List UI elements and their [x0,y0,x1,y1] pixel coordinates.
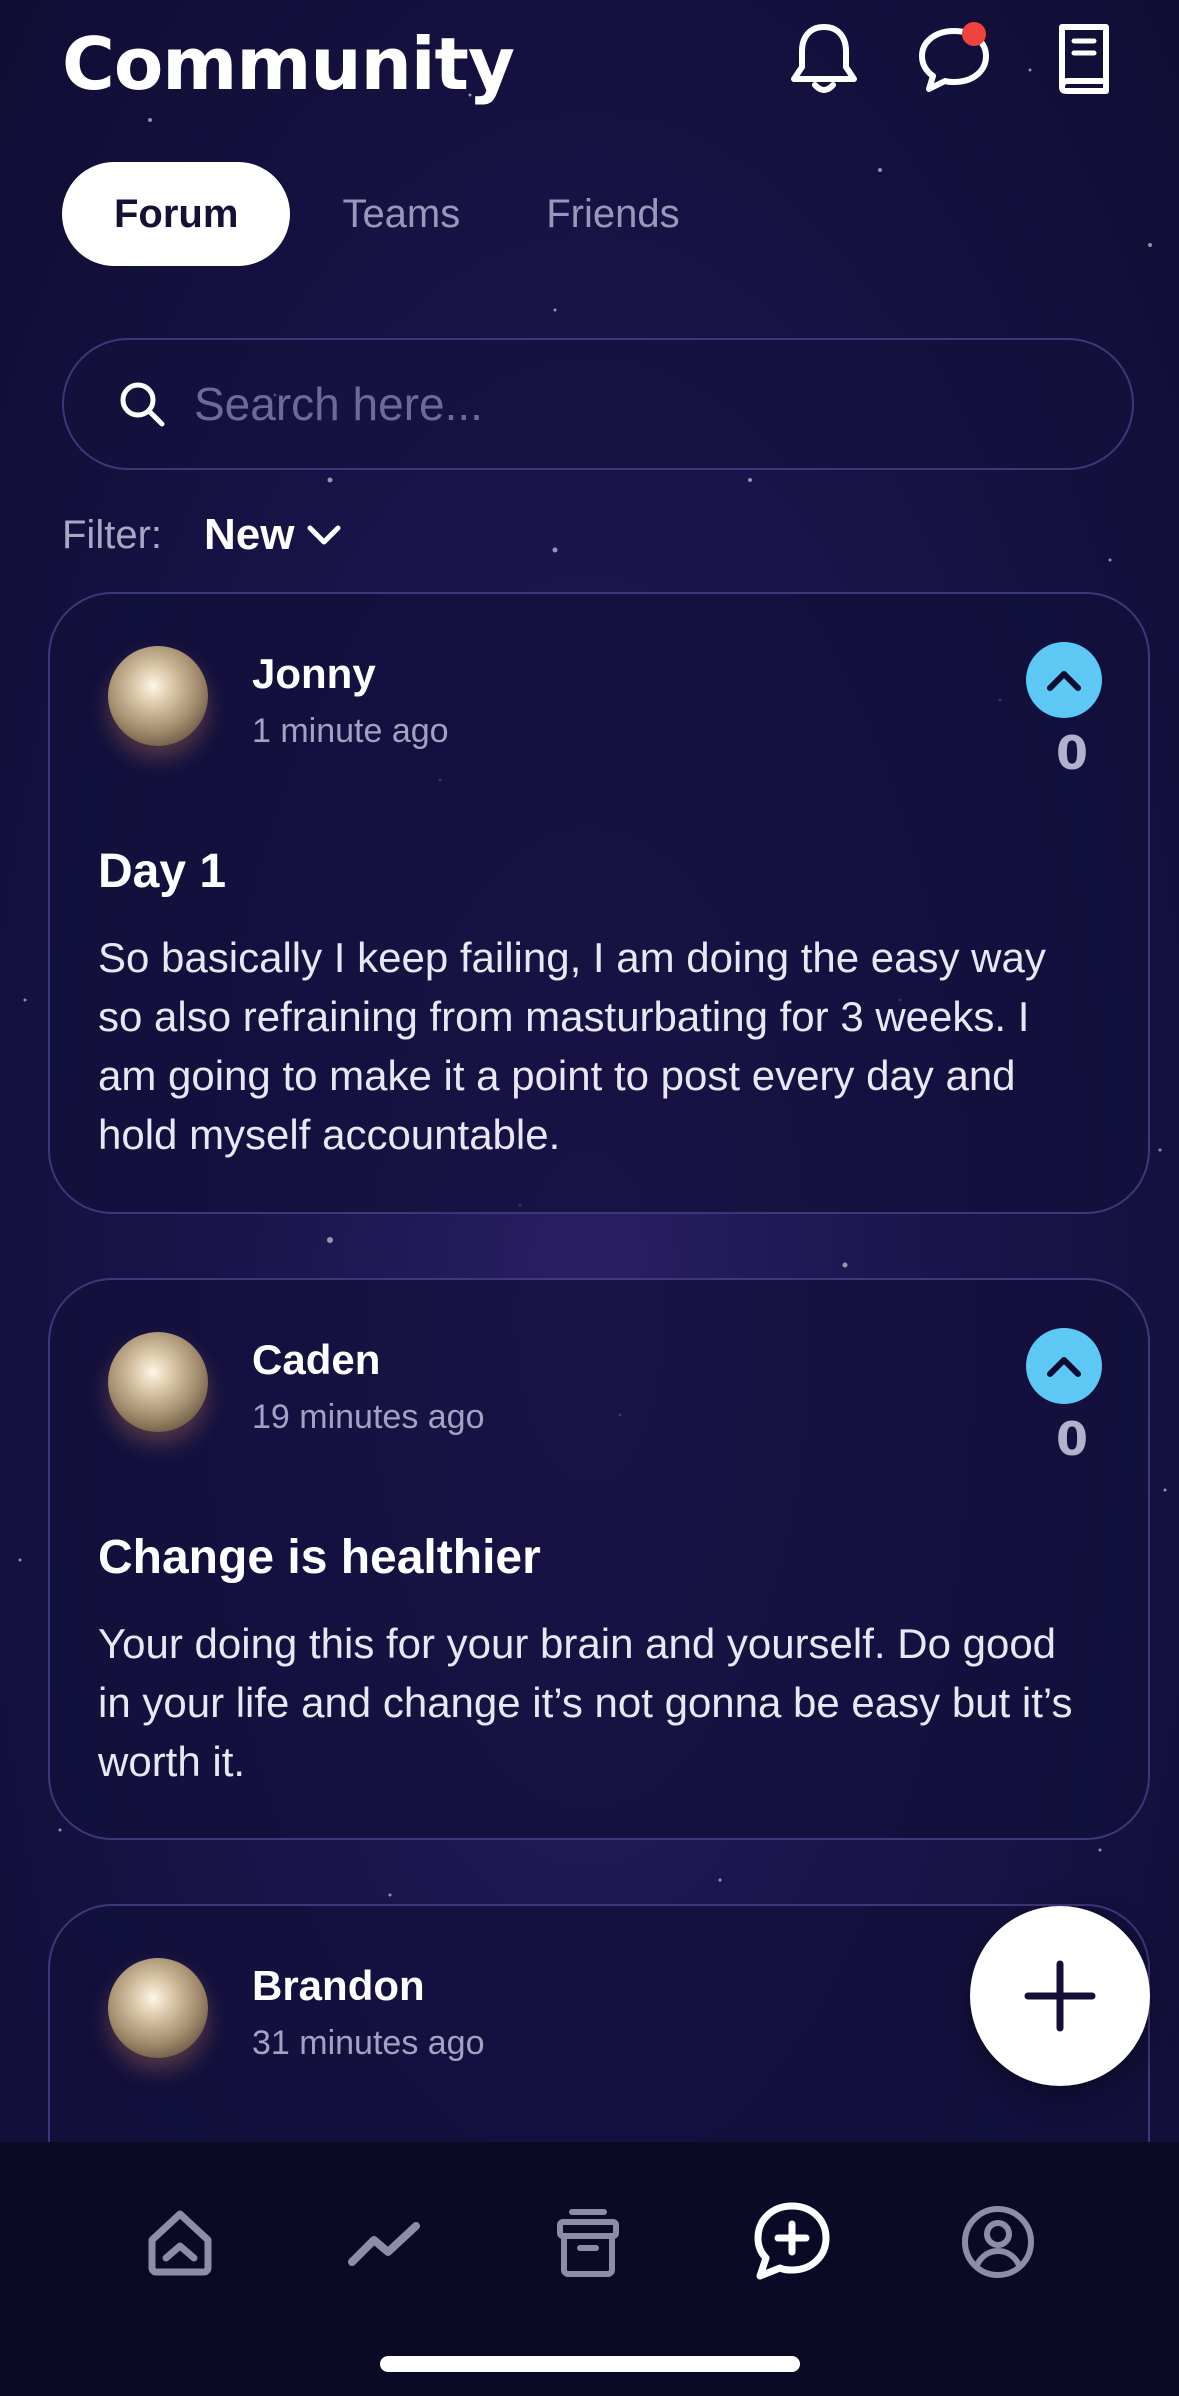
avatar[interactable] [108,646,208,746]
upvote-button[interactable] [1026,1328,1102,1404]
search-input[interactable] [194,340,1094,468]
post-time: 31 minutes ago [252,2024,485,2062]
stats-icon[interactable] [334,2192,434,2292]
filter-dropdown[interactable]: New [204,510,344,560]
post-time: 1 minute ago [252,712,449,750]
header: Community [0,0,1179,140]
vote-count: 0 [1055,1412,1088,1466]
plus-icon [1024,1960,1096,2032]
search-bar [62,338,1134,470]
post-body: So basically I keep failing, I am doing … [98,934,1046,1158]
post-title: Change is healthier [98,1531,541,1584]
community-icon[interactable] [742,2192,842,2292]
tab-bar: Forum Teams Friends [62,162,732,266]
avatar[interactable] [108,1958,208,2058]
filter-label: Filter: [62,512,162,557]
page-title: Community [62,22,515,106]
search-icon [114,376,170,437]
avatar[interactable] [108,1332,208,1432]
tab-friends[interactable]: Friends [512,162,731,266]
vote-count: 0 [1055,726,1088,780]
upvote-button[interactable] [1026,642,1102,718]
post-card[interactable]: Caden 19 minutes ago 0 Change is healthi… [48,1278,1150,1840]
filter-value: New [204,510,295,559]
bell-icon[interactable] [784,18,864,98]
chevron-up-icon [1047,671,1081,691]
post-body: Your doing this for your brain and yours… [98,1620,1073,1785]
chat-bubble-icon[interactable] [914,18,994,98]
tab-forum[interactable]: Forum [62,162,291,266]
chevron-up-icon [1047,1357,1081,1377]
post-author[interactable]: Brandon [252,1962,425,2010]
home-indicator [380,2356,800,2372]
post-card[interactable]: Jonny 1 minute ago 0 Day 1 So basically … [48,592,1150,1214]
filter-row: Filter: New [62,505,344,565]
chevron-down-icon [307,525,341,545]
new-post-button[interactable] [970,1906,1150,2086]
post-author[interactable]: Jonny [252,650,376,698]
bottom-nav [0,2142,1179,2396]
post-time: 19 minutes ago [252,1398,485,1436]
archive-icon[interactable] [538,2192,638,2292]
notification-dot [962,22,986,46]
post-author[interactable]: Caden [252,1336,380,1384]
home-icon[interactable] [130,2192,230,2292]
tab-teams[interactable]: Teams [290,162,512,266]
book-icon[interactable] [1044,18,1124,98]
profile-icon[interactable] [948,2192,1048,2292]
post-title: Day 1 [98,845,227,898]
